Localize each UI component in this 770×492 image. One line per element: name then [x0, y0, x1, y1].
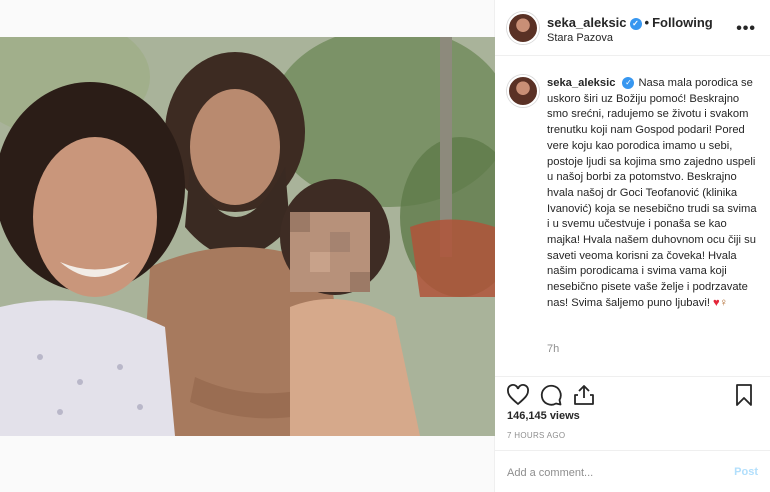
header-username-row: seka_aleksic ✓ • Following — [547, 15, 713, 30]
caption-avatar[interactable] — [507, 75, 539, 107]
like-button[interactable] — [506, 383, 532, 409]
caption-text: seka_aleksic ✓ Nasa mala porodica se uskor… — [547, 76, 759, 312]
add-comment-section: Post — [495, 450, 770, 492]
avatar[interactable] — [507, 12, 539, 44]
share-button[interactable] — [572, 383, 598, 409]
more-options-icon[interactable]: ••• — [736, 20, 756, 38]
comment-button[interactable] — [539, 383, 565, 409]
comment-bubble-icon — [540, 384, 562, 406]
caption-verified-badge-icon: ✓ — [622, 77, 635, 90]
figure-emoji-icon: ♀ — [719, 296, 728, 309]
views-count[interactable]: 146,145 views — [507, 410, 580, 422]
post-photo[interactable] — [0, 37, 495, 436]
verified-badge-icon: ✓ — [629, 17, 642, 30]
heart-emoji-icon: ♥ — [712, 296, 720, 309]
photo-illustration — [0, 37, 495, 436]
following-button[interactable]: Following — [652, 15, 713, 30]
caption-body: Nasa mala porodica se uskoro širi uz Bož… — [547, 77, 757, 309]
post-timestamp[interactable]: 7 HOURS AGO — [507, 431, 565, 440]
location-link[interactable]: Stara Pazova — [547, 32, 613, 44]
header-username[interactable]: seka_aleksic — [547, 15, 627, 30]
caption-username[interactable]: seka_aleksic — [547, 77, 615, 89]
caption-section: seka_aleksic ✓ Nasa mala porodica se uskor… — [495, 56, 770, 376]
bookmark-icon — [736, 384, 752, 406]
post-side-panel: seka_aleksic ✓ • Following Stara Pazova •••… — [495, 0, 770, 492]
comment-input[interactable] — [507, 463, 707, 483]
media-area — [0, 0, 495, 492]
post-comment-button[interactable]: Post — [734, 466, 758, 478]
caption-time: 7h — [547, 343, 560, 355]
share-upload-icon — [574, 385, 594, 405]
dot-separator: • — [644, 15, 650, 30]
post-header: seka_aleksic ✓ • Following Stara Pazova ••• — [495, 0, 770, 56]
save-button[interactable] — [732, 383, 758, 409]
heart-outline-icon — [507, 384, 529, 406]
